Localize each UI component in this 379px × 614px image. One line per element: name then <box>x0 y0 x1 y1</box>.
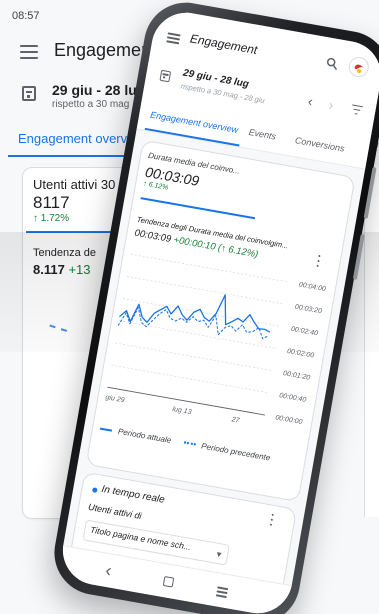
metric-value: 8117 <box>33 193 70 212</box>
y-axis-tick-label: 00:00:40 <box>279 392 307 404</box>
legend-gap <box>173 443 181 444</box>
filter-icon[interactable] <box>350 104 364 116</box>
x-axis-tick-label: lug 13 <box>172 406 192 416</box>
chart-gridline <box>115 342 273 372</box>
calendar-icon[interactable] <box>22 86 36 101</box>
y-axis-tick-label: 00:02:00 <box>286 348 314 360</box>
menu-icon[interactable] <box>20 45 40 59</box>
compare-range: rispetto a 30 mag <box>52 99 130 110</box>
trend-label: Tendenza de <box>33 247 96 259</box>
y-axis-tick-label: 00:03:20 <box>294 304 322 316</box>
metric-change: ↑ 1.72% <box>33 213 70 224</box>
chevron-down-icon[interactable]: ▼ <box>214 550 223 560</box>
right-card-edge <box>364 167 379 517</box>
metric-label: Utenti attivi 30 <box>33 177 116 192</box>
trend-chart: 00:04:00 00:03:20 00:02:40 00:02:00 00:01:20… <box>105 253 326 426</box>
trend-delta: +13 <box>68 262 91 277</box>
chart-gridline <box>119 320 277 349</box>
tab-engagement-overview[interactable]: Engagement overv <box>18 131 127 146</box>
y-axis-tick-label: 00:02:40 <box>290 326 318 338</box>
trend-value: 8.117 +13 <box>33 262 91 277</box>
y-axis-tick-label: 00:01:20 <box>283 370 311 382</box>
current-period-series <box>119 294 271 333</box>
x-axis-tick-label: 27 <box>230 416 241 425</box>
search-icon[interactable] <box>325 56 339 70</box>
y-axis-tick-label: 00:04:00 <box>298 281 326 293</box>
chart-gridline <box>126 276 285 305</box>
status-time: 08:57 <box>12 10 40 22</box>
y-axis-tick-label: 00:00:00 <box>275 414 303 426</box>
previous-period-legend-key <box>183 441 196 446</box>
screenshot-stage: 08:57 Engagement 29 giu - 28 lug rispett… <box>0 0 379 614</box>
calendar-icon[interactable] <box>159 69 172 83</box>
x-axis-tick-label: giu 29 <box>105 394 125 404</box>
previous-period-series <box>117 307 270 340</box>
trend-value-text: 8.117 <box>33 262 65 277</box>
current-period-legend-key <box>99 427 113 432</box>
date-range[interactable]: 29 giu - 28 lug <box>52 82 145 98</box>
recents-icon[interactable] <box>215 586 230 598</box>
home-icon[interactable] <box>162 576 175 588</box>
chart-gridline <box>111 364 269 394</box>
